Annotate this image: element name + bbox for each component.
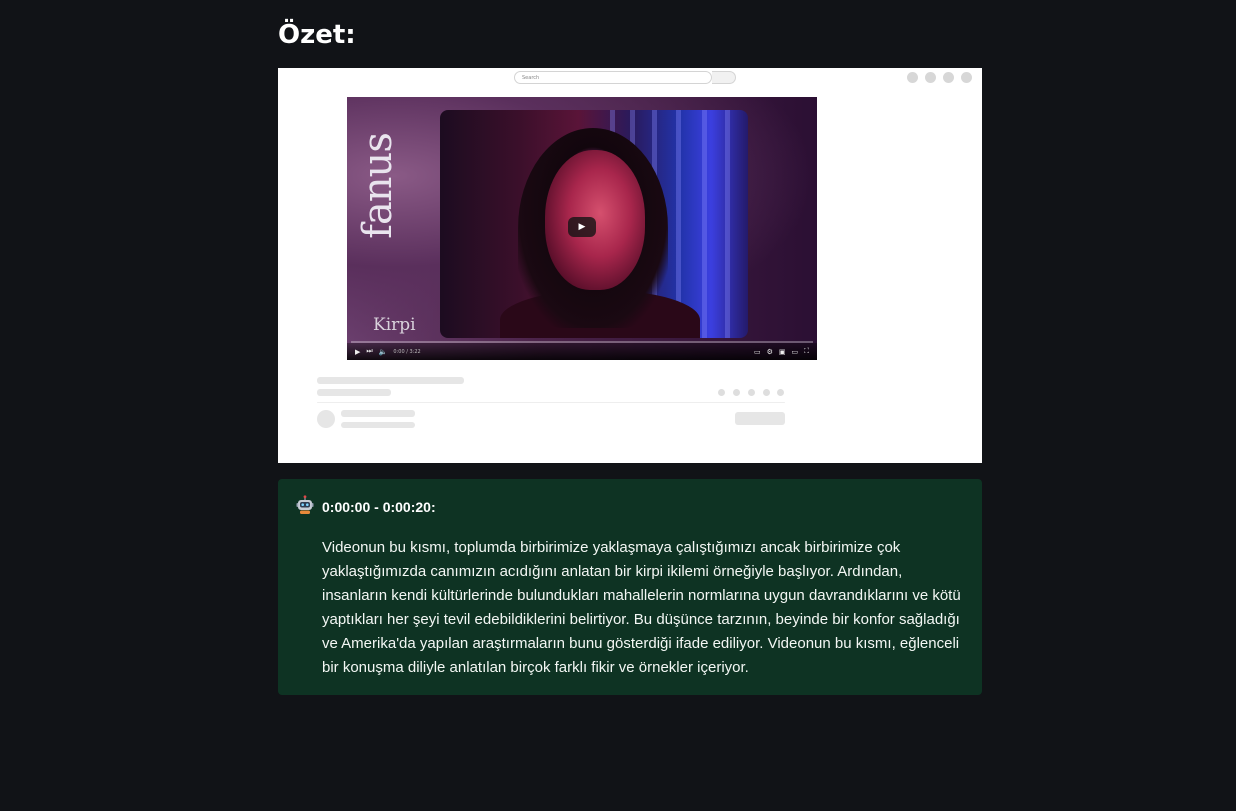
play-icon: ▶ xyxy=(355,347,361,356)
video-controls: ▶ ⏭ 🔈 0:00 / 3:22 ▭ ⚙ ▣ ▭ ⛶ xyxy=(347,343,817,360)
theater-icon: ▭ xyxy=(791,347,799,356)
skeleton-dot xyxy=(763,389,770,396)
video-corner-text: Kirpi xyxy=(373,315,416,335)
skeleton-dot xyxy=(733,389,740,396)
skeleton-line xyxy=(317,389,391,396)
skeleton-line xyxy=(341,422,415,428)
miniplayer-icon: ▣ xyxy=(778,347,786,356)
skeleton-line xyxy=(341,410,415,417)
skeleton-line xyxy=(317,377,464,384)
video-player: fanus Kirpi ▶ ▶ ⏭ 🔈 0:00 / 3:22 ▭ ⚙ ▣ ▭ … xyxy=(347,97,817,360)
skeleton-dot xyxy=(748,389,755,396)
page-title: Özet: xyxy=(278,20,356,50)
mock-icon xyxy=(943,72,954,83)
mock-search-button xyxy=(712,71,736,84)
mock-icon xyxy=(907,72,918,83)
video-thumbnail-image: Search fanus Kirpi ▶ ▶ ⏭ 🔈 0:00 / 3:22 ▭… xyxy=(278,68,982,463)
mock-search-bar: Search xyxy=(514,71,712,84)
next-icon: ⏭ xyxy=(366,347,373,355)
subtitles-icon: ▭ xyxy=(753,347,761,356)
skeleton-dot xyxy=(718,389,725,396)
summary-chat-message: 0:00:00 - 0:00:20: Videonun bu kısmı, to… xyxy=(278,479,982,695)
fullscreen-icon: ⛶ xyxy=(804,347,809,355)
volume-icon: 🔈 xyxy=(378,347,388,356)
mock-header-icons xyxy=(907,72,972,83)
skeleton-divider xyxy=(317,402,785,403)
video-time: 0:00 / 3:22 xyxy=(393,348,421,355)
mock-icon xyxy=(961,72,972,83)
mock-icon xyxy=(925,72,936,83)
skeleton-avatar xyxy=(317,410,335,428)
summary-timestamp: 0:00:00 - 0:00:20: xyxy=(322,499,436,515)
summary-text: Videonun bu kısmı, toplumda birbirimize … xyxy=(322,539,961,676)
play-icon: ▶ xyxy=(568,217,596,237)
video-brand-text: fanus xyxy=(354,133,401,239)
skeleton-button xyxy=(735,412,785,425)
robot-icon xyxy=(296,495,314,514)
settings-icon: ⚙ xyxy=(766,347,773,356)
skeleton-dot xyxy=(777,389,784,396)
